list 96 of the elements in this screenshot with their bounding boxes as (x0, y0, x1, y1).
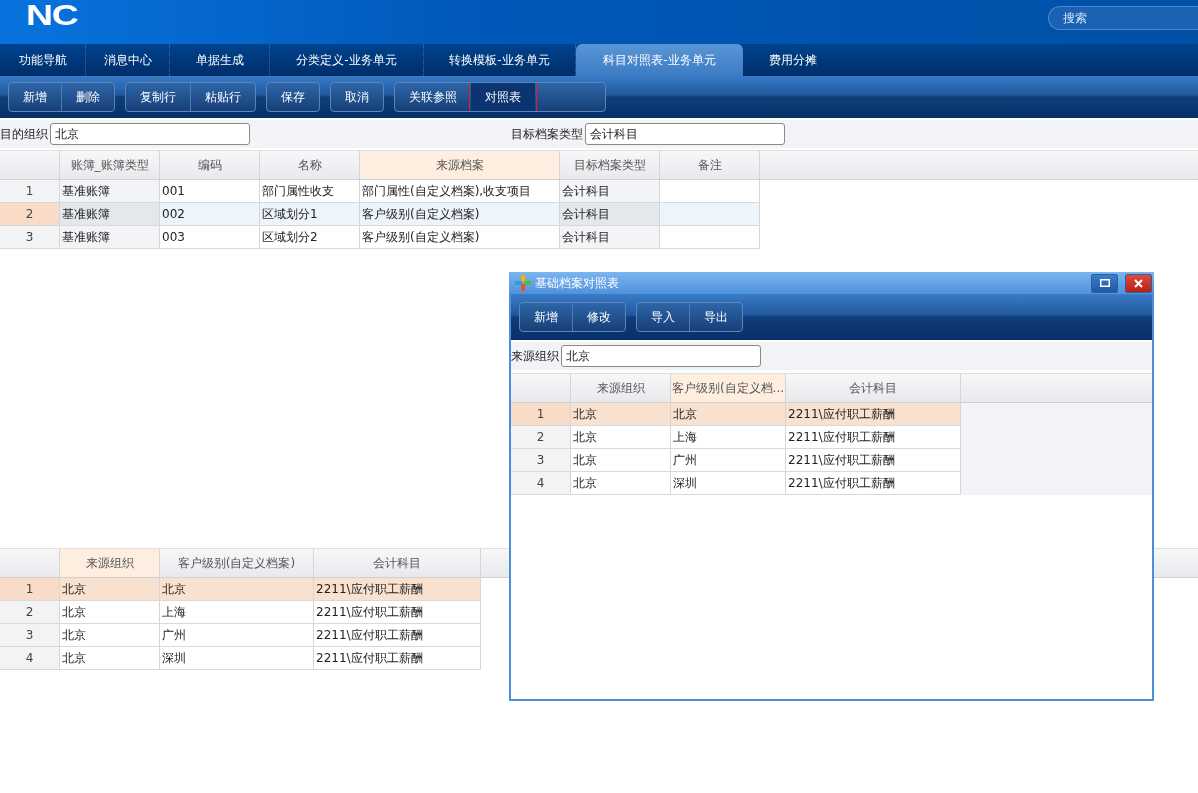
table-cell: 003 (160, 226, 260, 248)
table-cell: 2211\应付职工薪酬 (786, 403, 961, 425)
search-field[interactable]: 搜索 (1048, 6, 1198, 30)
field-label: 来源组织 (511, 347, 559, 365)
table-cell: 会计科目 (560, 203, 660, 225)
table-row[interactable]: 2 基准账簿 002 区域划分1 客户级别(自定义档案) 会计科目 (0, 203, 760, 226)
toolbar-button[interactable]: 关联参照 (395, 83, 471, 111)
table-row[interactable]: 2 北京 上海 2211\应付职工薪酬 (511, 426, 961, 449)
dialog-title: 基础档案对照表 (535, 274, 620, 292)
table-cell: 广州 (671, 449, 786, 471)
column-header[interactable]: 备注 (660, 151, 760, 179)
org-field[interactable]: 北京 (561, 345, 761, 367)
field-label: 目的组织 (0, 125, 48, 143)
table-row[interactable]: 2 北京 上海 2211\应付职工薪酬 (0, 601, 481, 624)
nc-logo: NC (26, 0, 78, 30)
table-cell: 上海 (671, 426, 786, 448)
close-icon (1134, 278, 1143, 288)
table-cell: 北京 (60, 578, 160, 600)
org-field[interactable]: 北京 (50, 123, 250, 145)
table-cell: 北京 (671, 403, 786, 425)
table-cell: 北京 (571, 403, 671, 425)
table-cell: 北京 (160, 578, 314, 600)
table-cell: 2211\应付职工薪酬 (314, 647, 481, 669)
table-row[interactable]: 4 北京 深圳 2211\应付职工薪酬 (0, 647, 481, 670)
toolbar-button[interactable]: 修改 (572, 303, 625, 331)
table-cell: 北京 (571, 449, 671, 471)
table-cell: 2211\应付职工薪酬 (314, 578, 481, 600)
column-header[interactable]: 编码 (160, 151, 260, 179)
row-number: 4 (511, 472, 571, 494)
row-number: 2 (0, 203, 60, 225)
table-row[interactable]: 3 基准账簿 003 区域划分2 客户级别(自定义档案) 会计科目 (0, 226, 760, 249)
close-button[interactable] (1125, 273, 1152, 293)
table-cell: 会计科目 (560, 226, 660, 248)
toolbar-button[interactable]: 导入 (637, 303, 689, 331)
table-cell: 北京 (60, 624, 160, 646)
table-row[interactable]: 3 北京 广州 2211\应付职工薪酬 (511, 449, 961, 472)
table-cell: 区域划分2 (260, 226, 360, 248)
table-cell: 001 (160, 180, 260, 202)
column-header[interactable]: 账簿_账簿类型 (60, 151, 160, 179)
table-cell: 2211\应付职工薪酬 (786, 426, 961, 448)
column-header[interactable]: 来源组织 (60, 549, 160, 577)
row-number: 4 (0, 647, 60, 669)
field-label: 目标档案类型 (511, 125, 583, 143)
row-number: 1 (0, 180, 60, 202)
row-number: 3 (511, 449, 571, 471)
org-field[interactable]: 会计科目 (585, 123, 785, 145)
column-header[interactable]: 客户级别(自定义档... (671, 374, 786, 402)
nav-tab[interactable]: 费用分摊 (743, 44, 843, 76)
row-number: 1 (0, 578, 60, 600)
table-cell: 北京 (60, 601, 160, 623)
column-header[interactable]: 客户级别(自定义档案) (160, 549, 314, 577)
row-number: 3 (0, 226, 60, 248)
table-cell: 北京 (60, 647, 160, 669)
app-icon (515, 275, 531, 291)
toolbar-button[interactable]: 对照表 (471, 83, 535, 111)
row-number: 1 (511, 403, 571, 425)
table-cell: 北京 (571, 426, 671, 448)
toolbar-button[interactable]: 保存 (267, 83, 319, 111)
table-cell: 2211\应付职工薪酬 (314, 601, 481, 623)
table-cell: 基准账簿 (60, 203, 160, 225)
table-cell: 基准账簿 (60, 226, 160, 248)
table-cell: 广州 (160, 624, 314, 646)
column-header[interactable]: 会计科目 (786, 374, 961, 402)
toolbar-button[interactable]: 导出 (689, 303, 742, 331)
row-number: 2 (0, 601, 60, 623)
table-row[interactable]: 1 北京 北京 2211\应付职工薪酬 (511, 403, 961, 426)
toolbar-button[interactable]: 删除 (61, 83, 114, 111)
toolbar-button[interactable]: 新增 (9, 83, 61, 111)
column-header[interactable]: 来源档案 (360, 151, 560, 179)
table-cell: 区域划分1 (260, 203, 360, 225)
table-cell: 深圳 (671, 472, 786, 494)
table-cell: 北京 (571, 472, 671, 494)
row-number: 3 (0, 624, 60, 646)
table-row[interactable]: 4 北京 深圳 2211\应付职工薪酬 (511, 472, 961, 495)
toolbar-button[interactable]: 复制行 (126, 83, 190, 111)
toolbar-button[interactable]: 新增 (520, 303, 572, 331)
table-cell: 2211\应付职工薪酬 (786, 472, 961, 494)
table-cell: 部门属性收支 (260, 180, 360, 202)
table-row[interactable]: 3 北京 广州 2211\应付职工薪酬 (0, 624, 481, 647)
toolbar-button[interactable]: 取消 (331, 83, 383, 111)
table-cell: 002 (160, 203, 260, 225)
column-header[interactable]: 会计科目 (314, 549, 481, 577)
table-cell: 2211\应付职工薪酬 (786, 449, 961, 471)
maximize-button[interactable] (1091, 273, 1118, 293)
table-cell: 基准账簿 (60, 180, 160, 202)
table-cell: 深圳 (160, 647, 314, 669)
table-cell: 2211\应付职工薪酬 (314, 624, 481, 646)
table-row[interactable]: 1 基准账簿 001 部门属性收支 部门属性(自定义档案),收支项目 会计科目 (0, 180, 760, 203)
table-cell: 会计科目 (560, 180, 660, 202)
column-header[interactable]: 目标档案类型 (560, 151, 660, 179)
table-row[interactable]: 1 北京 北京 2211\应付职工薪酬 (0, 578, 481, 601)
row-number: 2 (511, 426, 571, 448)
table-cell: 上海 (160, 601, 314, 623)
maximize-icon (1099, 279, 1110, 287)
toolbar-button[interactable]: 粘贴行 (190, 83, 255, 111)
nav-tab[interactable]: 科目对照表-业务单元 (576, 44, 743, 76)
